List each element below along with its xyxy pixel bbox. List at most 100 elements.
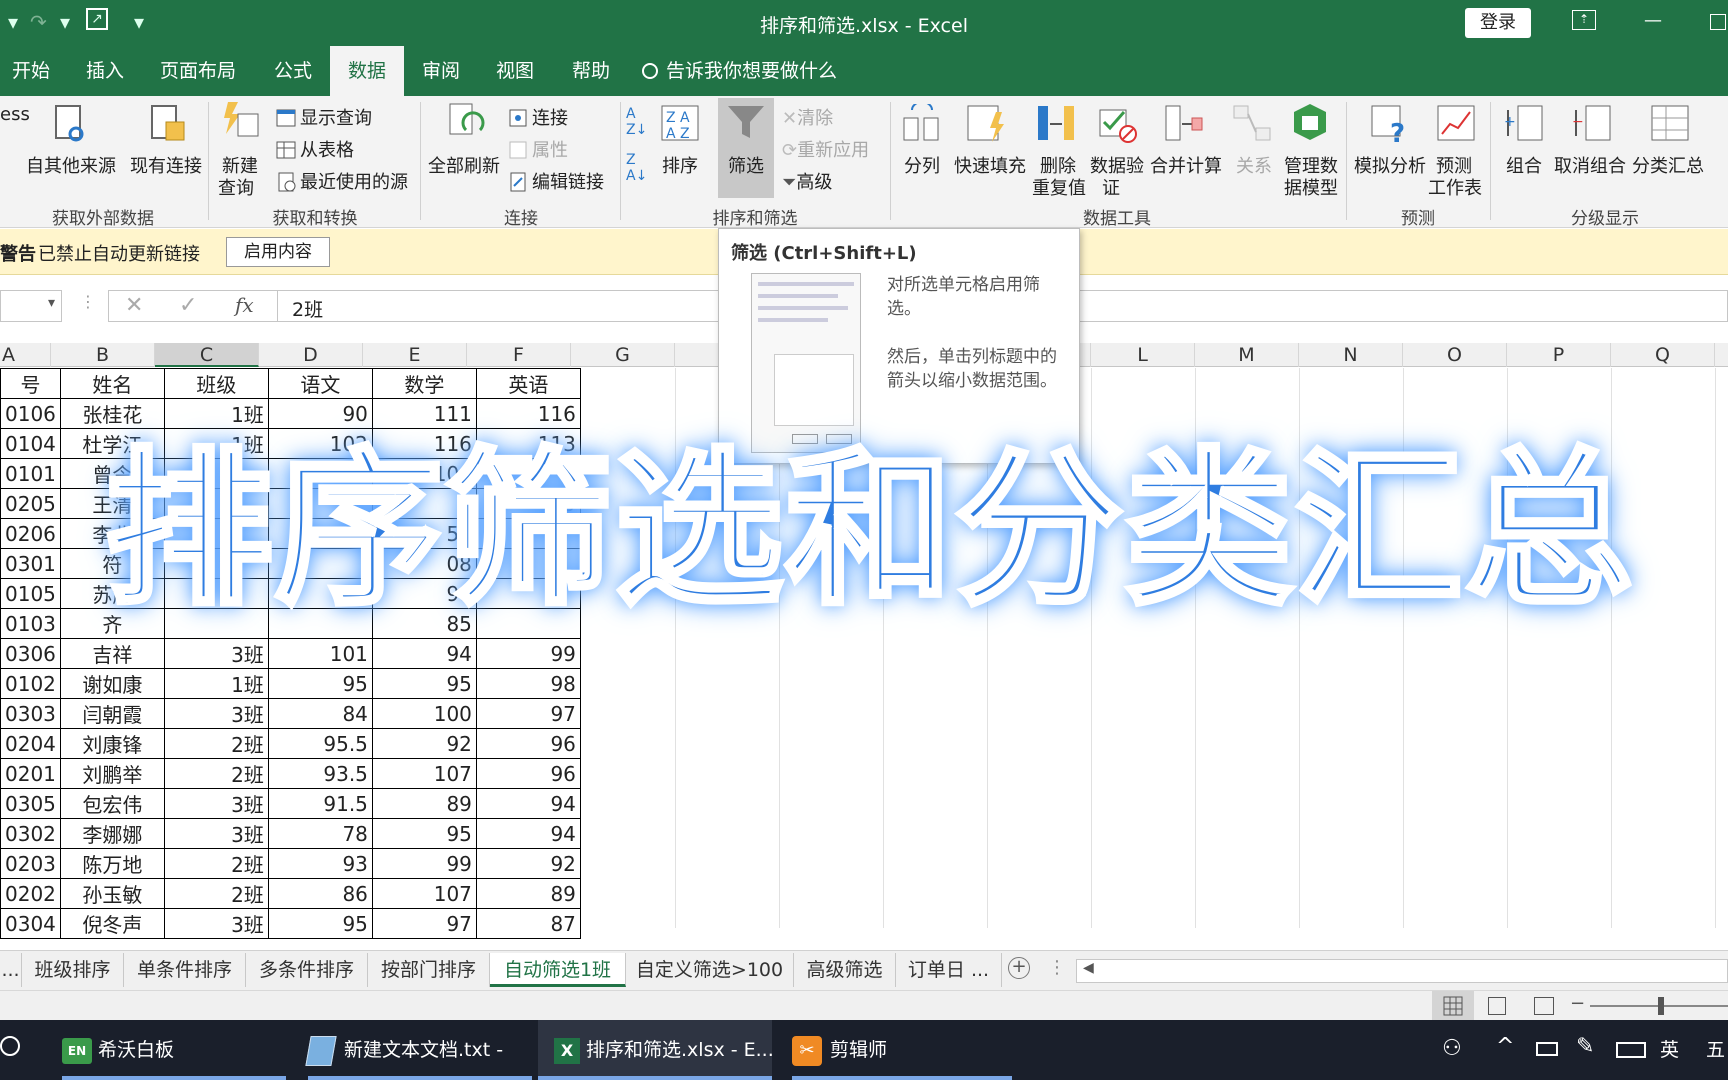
table-cell[interactable]: 100 [371,698,477,729]
reapply-button[interactable]: ⟳重新应用 [782,136,869,162]
table-cell[interactable]: 91.5 [267,788,373,819]
what-if-button[interactable]: 模拟分析 [1354,152,1426,178]
tell-me-search[interactable]: 告诉我你想要做什么 [642,46,837,96]
filter-button[interactable]: 筛选 [728,152,764,178]
edit-links-button[interactable]: 编辑链接 [508,168,604,194]
sort-az-icon[interactable]: A Z↓ [626,106,647,138]
table-cell[interactable]: 包宏伟 [59,788,165,819]
properties-button[interactable]: 属性 [508,136,568,162]
refresh-all-button[interactable]: 全部刷新 [428,152,500,178]
table-cell[interactable]: 78 [267,818,373,849]
column-header-d[interactable]: D [259,343,363,367]
table-cell[interactable]: 96 [475,758,581,789]
data-validation-button-2[interactable]: 证 [1102,174,1120,200]
table-cell[interactable]: 张桂花 [59,398,165,429]
table-cell[interactable]: 李娜娜 [59,818,165,849]
table-cell[interactable]: 95.5 [267,728,373,759]
table-cell[interactable]: 89 [371,788,477,819]
horizontal-scrollbar[interactable]: ◀ [1076,959,1728,983]
clear-filter-button[interactable]: ✕清除 [782,104,833,130]
table-cell[interactable]: 107 [371,758,477,789]
taskbar-app-editor[interactable]: ✂ 剪辑师 [792,1020,1012,1080]
zoom-out-icon[interactable]: − [1570,993,1585,1014]
tab-data[interactable]: 数据 [330,46,404,96]
tab-insert[interactable]: 插入 [72,46,138,96]
sheet-tab[interactable]: 单条件排序 [124,953,246,987]
taskbar-app-notepad[interactable]: 新建文本文档.txt - [305,1020,532,1080]
zoom-slider-thumb[interactable] [1658,997,1664,1015]
table-header-cell[interactable]: 数学 [371,368,477,399]
table-header-cell[interactable]: 姓名 [59,368,165,399]
table-cell[interactable]: 倪冬声 [59,908,165,939]
column-header-b[interactable]: B [51,343,155,367]
table-cell[interactable]: 孙玉敏 [59,878,165,909]
table-cell[interactable]: 0202 [0,878,61,909]
people-icon[interactable]: ⚇ [1442,1036,1462,1061]
table-cell[interactable]: 107 [371,878,477,909]
column-header-f[interactable]: F [467,343,571,367]
taskbar-app-excel[interactable]: X 排序和筛选.xlsx - E... [538,1020,774,1080]
minimize-icon[interactable]: — [1644,10,1662,31]
table-cell[interactable]: 86 [267,878,373,909]
table-cell[interactable]: 0303 [0,698,61,729]
table-cell[interactable]: 96 [475,728,581,759]
formula-bar-handle-icon[interactable]: ⋮ [80,292,96,311]
table-cell[interactable]: 93 [267,848,373,879]
table-cell[interactable]: 111 [371,398,477,429]
sort-button[interactable]: 排序 [662,152,698,178]
show-query-button[interactable]: 显示查询 [276,104,372,130]
table-cell[interactable]: 99 [371,848,477,879]
table-cell[interactable]: 刘康锋 [59,728,165,759]
taskbar-app-seewo[interactable]: EN 希沃白板 [62,1020,286,1080]
recent-sources-button[interactable]: 最近使用的源 [276,168,408,194]
table-cell[interactable]: 3班 [163,818,269,849]
column-header-o[interactable]: O [1403,343,1507,367]
table-cell[interactable]: 0301 [0,548,61,579]
from-access-label[interactable]: ess [0,104,30,125]
data-model-button-2[interactable]: 据模型 [1284,174,1338,200]
enable-content-button[interactable]: 启用内容 [226,237,330,267]
forecast-sheet-button-2[interactable]: 工作表 [1428,174,1482,200]
table-cell[interactable]: 0305 [0,788,61,819]
table-cell[interactable]: 95 [267,668,373,699]
table-cell[interactable]: 刘鹏举 [59,758,165,789]
sheet-tab[interactable]: 高级筛选 [794,953,896,987]
table-cell[interactable]: 97 [475,698,581,729]
table-cell[interactable]: 98 [475,668,581,699]
scroll-left-icon[interactable]: ◀ [1083,960,1094,976]
column-header-q[interactable]: Q [1611,343,1715,367]
table-cell[interactable]: 84 [267,698,373,729]
tray-chevron-up-icon[interactable]: ^ [1496,1034,1514,1059]
insert-function-icon[interactable]: fx [235,293,254,317]
column-header-g[interactable]: G [571,343,675,367]
table-cell[interactable]: 2班 [163,728,269,759]
pen-icon[interactable]: ✎ [1576,1034,1594,1059]
table-cell[interactable]: 3班 [163,788,269,819]
table-cell[interactable]: 94 [475,818,581,849]
sheet-tab[interactable]: 订单日 ... [896,953,1002,987]
column-header-m[interactable]: M [1195,343,1299,367]
table-cell[interactable]: 0304 [0,908,61,939]
tab-page-layout[interactable]: 页面布局 [150,46,246,96]
sheet-tab[interactable]: 班级排序 [22,953,124,987]
table-cell[interactable]: 2班 [163,848,269,879]
text-to-columns-button[interactable]: 分列 [904,152,940,178]
table-cell[interactable]: 陈万地 [59,848,165,879]
tab-help[interactable]: 帮助 [556,46,626,96]
connections-button[interactable]: 连接 [508,104,568,130]
normal-view-icon[interactable] [1432,991,1474,1021]
column-header-c[interactable]: C [155,343,259,367]
table-cell[interactable]: 0306 [0,638,61,669]
table-cell[interactable]: 89 [475,878,581,909]
tab-home[interactable]: 开始 [0,46,62,96]
column-header-e[interactable]: E [363,343,467,367]
table-header-cell[interactable]: 语文 [267,368,373,399]
cancel-icon[interactable]: ✕ [125,293,143,318]
table-cell[interactable]: 92 [371,728,477,759]
table-cell[interactable]: 3班 [163,908,269,939]
advanced-filter-button[interactable]: ⏷高级 [782,168,832,194]
other-sources-button[interactable]: 自其他来源 [26,152,116,178]
table-cell[interactable]: 3班 [163,698,269,729]
ime-mode[interactable]: 英 [1660,1020,1679,1080]
table-cell[interactable]: 1班 [163,398,269,429]
